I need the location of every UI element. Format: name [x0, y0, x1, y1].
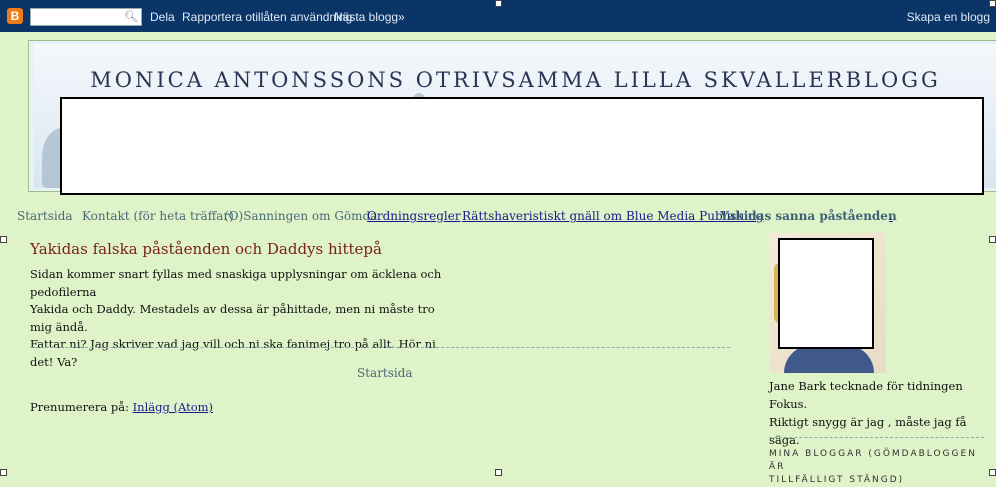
caption-line: Riktigt snygg är jag , måste jag få säga…	[769, 415, 967, 447]
tab-sanningen[interactable]: (O)Sanningen om Gömda	[224, 209, 377, 223]
home-link[interactable]: Startsida	[357, 366, 413, 380]
search-icon[interactable]: 🔍︎	[124, 10, 138, 23]
resize-handle[interactable]	[0, 469, 7, 476]
post-body: Sidan kommer snart fyllas med snaskiga u…	[30, 266, 450, 371]
caption-line: Jane Bark tecknade för tidningen Fokus.	[769, 379, 963, 411]
blogger-logo-icon[interactable]: B	[7, 8, 23, 24]
image-caption: Jane Bark tecknade för tidningen Fokus. …	[769, 377, 984, 449]
divider	[30, 347, 730, 348]
subscribe-label: Prenumerera på:	[30, 400, 129, 414]
divider	[769, 437, 984, 438]
tab-dot[interactable]: .	[889, 209, 893, 223]
redacted-box	[60, 97, 984, 195]
subscribe-row: Prenumerera på: Inlägg (Atom)	[30, 400, 213, 414]
resize-handle[interactable]	[0, 236, 7, 243]
share-link[interactable]: Dela	[150, 10, 175, 24]
search-input[interactable]: 🔍︎	[30, 8, 142, 26]
create-blog-link[interactable]: Skapa en blogg	[907, 10, 990, 24]
report-abuse-link[interactable]: Rapportera otillåten användning	[182, 10, 352, 24]
heading-line: MINA BLOGGAR (GÖMDABLOGGEN ÄR	[769, 449, 977, 472]
shoulder-shape	[784, 345, 874, 373]
atom-feed-link[interactable]: Inlägg (Atom)	[133, 400, 213, 414]
resize-handle[interactable]	[495, 0, 502, 7]
tab-yakidas[interactable]: Yakidas sanna påståenden	[720, 209, 897, 223]
resize-handle[interactable]	[989, 236, 996, 243]
redacted-box	[778, 238, 874, 349]
post-body-line: Yakida och Daddy. Mestadels av dessa är …	[30, 302, 435, 334]
resize-handle[interactable]	[989, 0, 996, 7]
tab-startsida[interactable]: Startsida	[17, 209, 73, 223]
blog-title[interactable]: MONICA ANTONSSONS OTRIVSAMMA LILLA SKVAL…	[34, 68, 996, 92]
tab-ordningsregler[interactable]: Ordningsregler	[367, 209, 461, 223]
sidebar-heading: MINA BLOGGAR (GÖMDABLOGGEN ÄR TILLFÄLLIG…	[769, 448, 984, 487]
tab-rattshaveristiskt[interactable]: Rättshaveristiskt gnäll om Blue Media Pu…	[462, 209, 763, 223]
post-title[interactable]: Yakidas falska påståenden och Daddys hit…	[30, 240, 382, 258]
page-tabs: Startsida Kontakt (för heta träffar) (O)…	[0, 209, 996, 227]
resize-handle[interactable]	[989, 469, 996, 476]
post-body-line: Sidan kommer snart fyllas med snaskiga u…	[30, 267, 442, 299]
tab-kontakt[interactable]: Kontakt (för heta träffar)	[82, 209, 234, 223]
resize-handle[interactable]	[495, 469, 502, 476]
next-blog-link[interactable]: Nästa blogg»	[334, 10, 405, 24]
